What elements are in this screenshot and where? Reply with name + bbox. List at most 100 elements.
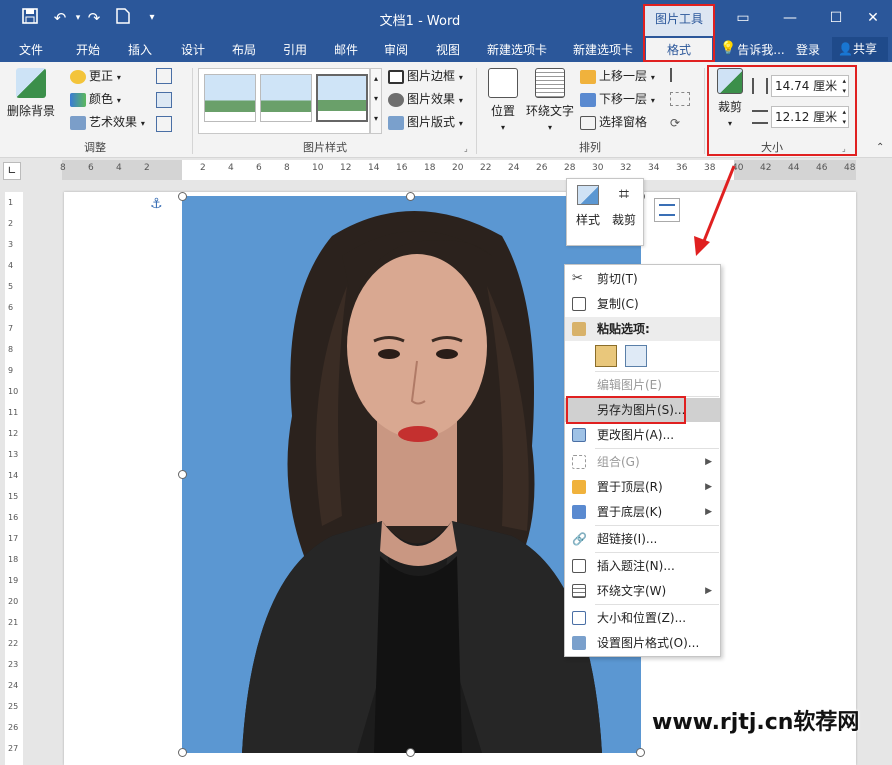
- new-doc-icon[interactable]: [113, 8, 133, 28]
- tab-insert[interactable]: 插入: [120, 41, 160, 59]
- group-separator: [476, 68, 477, 154]
- bring-forward-button[interactable]: 上移一层 ▾: [580, 66, 655, 86]
- color-button[interactable]: 颜色 ▾: [70, 89, 121, 109]
- vruler-tick-label: 24: [8, 681, 19, 690]
- resize-handle-se[interactable]: [636, 748, 645, 757]
- selection-pane-button[interactable]: 选择窗格: [580, 112, 647, 132]
- tab-references[interactable]: 引用: [275, 41, 315, 59]
- menu-item-edit-picture: 编辑图片(E): [565, 373, 720, 397]
- menu-item-hyperlink[interactable]: 🔗 超链接(I)...: [565, 527, 720, 551]
- corrections-button[interactable]: 更正 ▾: [70, 66, 121, 86]
- ruler-tick-label: 26: [536, 163, 548, 173]
- position-icon: [488, 68, 518, 98]
- picture-border-button[interactable]: 图片边框 ▾: [388, 66, 463, 86]
- artistic-effects-label: 艺术效果: [89, 115, 138, 129]
- minimize-button[interactable]: —: [775, 6, 805, 30]
- picture-style-thumb-3[interactable]: [316, 74, 368, 122]
- menu-item-send-to-back-label: 置于底层(K): [597, 505, 663, 519]
- close-button[interactable]: ✕: [858, 6, 888, 30]
- ruler-tick-label: 8: [284, 163, 290, 173]
- mini-toolbar: 样式 ⌗ 裁剪: [566, 178, 644, 246]
- tab-new-tab-1[interactable]: 新建选项卡: [480, 41, 554, 59]
- tab-mailings[interactable]: 邮件: [326, 41, 366, 59]
- ruler-tick-label: 14: [368, 163, 380, 173]
- menu-item-change-picture[interactable]: 更改图片(A)...: [565, 423, 720, 447]
- dialog-launcher-icon[interactable]: ⌟: [464, 144, 468, 153]
- crop-icon: ⌗: [618, 184, 630, 205]
- save-icon[interactable]: [20, 8, 40, 28]
- group-objects-icon[interactable]: [670, 92, 690, 106]
- picture-layout-button[interactable]: 图片版式 ▾: [388, 112, 463, 132]
- compress-pictures-icon[interactable]: [156, 68, 172, 84]
- artistic-effects-button[interactable]: 艺术效果 ▾: [70, 112, 145, 132]
- submenu-arrow-icon: ▶: [705, 457, 712, 467]
- tab-layout[interactable]: 布局: [224, 41, 264, 59]
- menu-item-send-to-back[interactable]: 置于底层(K) ▶: [565, 500, 720, 524]
- mini-crop-button[interactable]: ⌗ 裁剪: [607, 185, 641, 228]
- layout-options-button[interactable]: [654, 198, 680, 222]
- rotate-icon[interactable]: ⟳: [670, 116, 690, 130]
- ruler-tick-label: 4: [228, 163, 234, 173]
- sign-in-link[interactable]: 登录: [792, 41, 824, 59]
- position-button[interactable]: 位置 ▾: [482, 68, 524, 133]
- customize-qat-icon[interactable]: ▾: [142, 8, 162, 28]
- collapse-ribbon-icon[interactable]: ⌃: [876, 142, 884, 153]
- paste-picture-icon[interactable]: [625, 345, 647, 367]
- ruler-tick-label: 28: [564, 163, 576, 173]
- gallery-scroll[interactable]: ▴ ▾ ▾: [370, 68, 382, 134]
- mini-style-button[interactable]: 样式: [571, 185, 605, 228]
- menu-item-bring-to-front[interactable]: 置于顶层(R) ▶: [565, 475, 720, 499]
- ruler-tick-label: 10: [312, 163, 324, 173]
- artistic-effects-icon: [70, 115, 86, 130]
- change-picture-icon[interactable]: [156, 92, 172, 108]
- picture-effects-button[interactable]: 图片效果 ▾: [388, 89, 463, 109]
- ruler-tick-label: 30: [592, 163, 604, 173]
- tab-review[interactable]: 审阅: [376, 41, 416, 59]
- picture-effects-label: 图片效果: [407, 92, 456, 106]
- menu-item-cut[interactable]: ✂ 剪切(T): [565, 267, 720, 291]
- tab-view[interactable]: 视图: [428, 41, 468, 59]
- menu-item-hyperlink-label: 超链接(I)...: [597, 532, 658, 546]
- tab-design[interactable]: 设计: [173, 41, 213, 59]
- resize-handle-nw[interactable]: [178, 192, 187, 201]
- vruler-tick-label: 2: [8, 219, 14, 228]
- maximize-button[interactable]: ☐: [821, 6, 851, 30]
- ruler-tick-label: 2: [144, 163, 150, 173]
- redo-icon[interactable]: ↷: [84, 8, 104, 28]
- picture-border-icon: [388, 69, 404, 84]
- paste-keep-formatting-icon[interactable]: [595, 345, 617, 367]
- position-label: 位置: [490, 104, 515, 118]
- menu-item-insert-caption-label: 插入题注(N)...: [597, 559, 675, 573]
- menu-item-insert-caption[interactable]: 插入题注(N)...: [565, 554, 720, 578]
- picture-style-thumb-1[interactable]: [204, 74, 256, 122]
- ribbon-display-options-icon[interactable]: ▭: [728, 6, 758, 30]
- tab-home[interactable]: 开始: [68, 41, 108, 59]
- ruler-tick-label: 12: [340, 163, 352, 173]
- tab-new-tab-2[interactable]: 新建选项卡: [566, 41, 640, 59]
- share-button[interactable]: 👤共享: [832, 37, 888, 61]
- remove-background-button[interactable]: 删除背景: [4, 68, 58, 119]
- tab-file[interactable]: 文件: [0, 41, 62, 59]
- resize-handle-w[interactable]: [178, 470, 187, 479]
- wrap-text-button[interactable]: 环绕文字 ▾: [524, 68, 576, 133]
- lightbulb-icon: 💡: [720, 41, 737, 56]
- align-icon[interactable]: [670, 68, 690, 82]
- menu-item-copy[interactable]: 复制(C): [565, 292, 720, 316]
- tell-me-box[interactable]: 告诉我...: [735, 41, 787, 59]
- vruler-tick-label: 25: [8, 702, 19, 711]
- send-backward-button[interactable]: 下移一层 ▾: [580, 89, 655, 109]
- tab-selector-icon[interactable]: ∟: [3, 162, 21, 180]
- menu-item-wrap-text[interactable]: 环绕文字(W) ▶: [565, 579, 720, 603]
- menu-item-format-picture[interactable]: 设置图片格式(O)...: [565, 631, 720, 655]
- resize-handle-n[interactable]: [406, 192, 415, 201]
- resize-handle-s[interactable]: [406, 748, 415, 757]
- ruler-tick-label: 34: [648, 163, 660, 173]
- watermark-text: www.rjtj.cn软荐网: [652, 710, 860, 735]
- resize-handle-sw[interactable]: [178, 748, 187, 757]
- undo-icon[interactable]: ↶: [50, 8, 70, 28]
- menu-item-size-and-position[interactable]: 大小和位置(Z)...: [565, 606, 720, 630]
- picture-style-thumb-2[interactable]: [260, 74, 312, 122]
- vruler-tick-label: 26: [8, 723, 19, 732]
- reset-picture-icon[interactable]: [156, 116, 172, 132]
- menu-item-paste-options: 粘贴选项:: [565, 317, 720, 341]
